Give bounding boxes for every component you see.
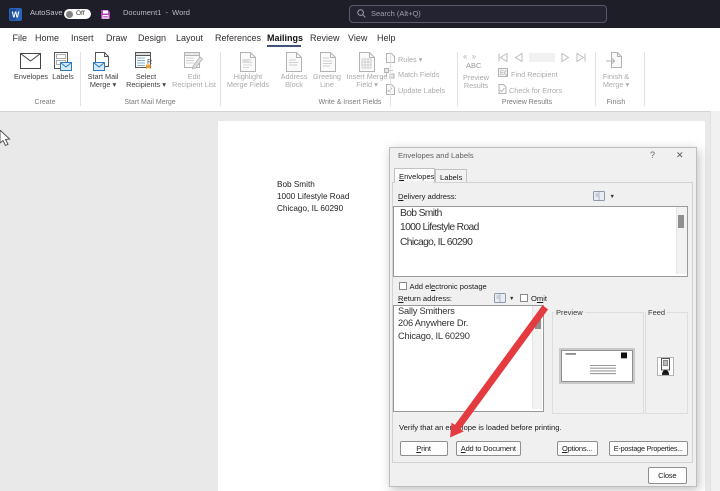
svg-text:W: W xyxy=(12,11,20,20)
svg-text:EQ: EQ xyxy=(500,71,508,77)
